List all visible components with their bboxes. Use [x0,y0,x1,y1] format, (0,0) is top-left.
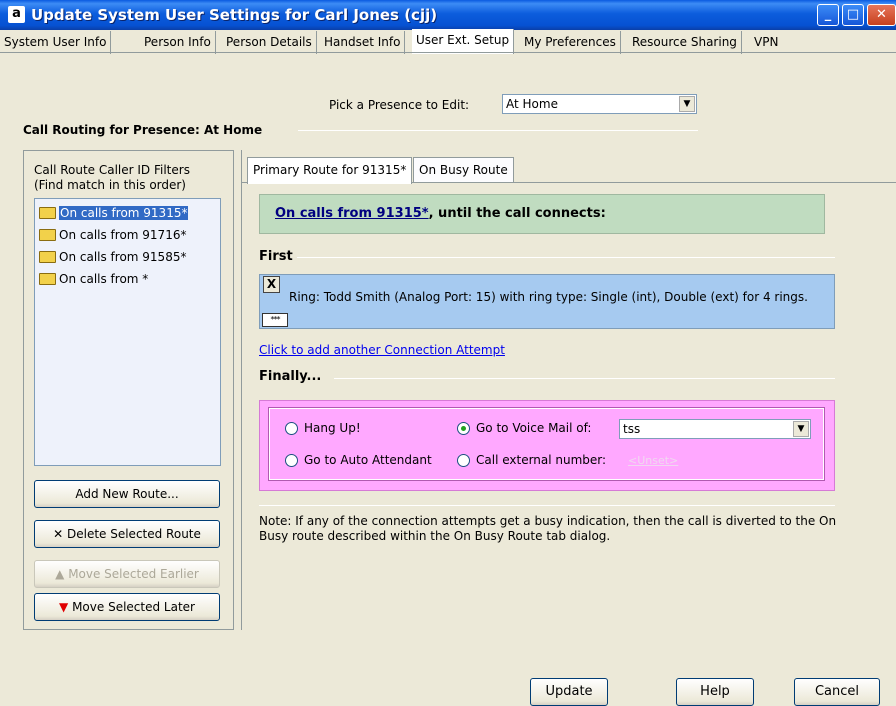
voicemail-label[interactable]: Go to Voice Mail of: [476,421,591,435]
chevron-down-icon[interactable]: ▼ [679,96,695,112]
close-button[interactable]: ✕ [867,4,896,26]
auto-attendant-label[interactable]: Go to Auto Attendant [304,453,432,467]
add-attempt-link[interactable]: Click to add another Connection Attempt [259,343,505,357]
folder-icon [39,251,56,263]
hang-up-radio[interactable] [285,422,298,435]
connection-attempt-text[interactable]: Ring: Todd Smith (Analog Port: 15) with … [289,290,808,304]
list-item-label: On calls from * [59,272,149,286]
title-bar: a Update System User Settings for Carl J… [0,0,896,30]
presence-value: At Home [506,97,558,111]
first-divider [297,257,835,258]
attempt-options-button[interactable]: *** [262,313,288,327]
finally-divider [334,378,835,379]
voicemail-radio[interactable] [457,422,470,435]
note-divider [259,505,835,506]
window-title: Update System User Settings for Carl Jon… [31,6,438,24]
list-item[interactable]: On calls from 91585* [39,248,186,266]
list-item-label: On calls from 91716* [59,228,187,242]
tab-on-busy-route[interactable]: On Busy Route [413,157,514,182]
triangle-down-icon: ▼ [59,600,69,614]
first-label: First [259,249,293,264]
auto-attendant-radio[interactable] [285,454,298,467]
tab-handset-info[interactable]: Handset Info [320,31,406,54]
section-divider [298,130,698,131]
tab-person-info[interactable]: Person Info [140,31,216,54]
voicemail-value: tss [623,422,641,436]
tab-resource-sharing[interactable]: Resource Sharing [628,31,742,54]
folder-open-icon [39,207,56,219]
app-icon: a [8,6,25,23]
add-route-button[interactable]: Add New Route... [34,480,220,508]
presence-select[interactable]: At Home ▼ [502,94,697,114]
list-item-label: On calls from 91315* [59,206,189,220]
route-header-suffix: , until the call connects: [428,206,606,221]
tab-user-ext-setup[interactable]: User Ext. Setup [412,29,515,54]
presence-label: Pick a Presence to Edit: [329,98,470,112]
list-item[interactable]: On calls from * [39,270,148,288]
triangle-up-icon: ▲ [55,567,65,581]
remove-attempt-button[interactable]: X [263,276,280,293]
external-number-radio[interactable] [457,454,470,467]
folder-icon [39,229,56,241]
update-button[interactable]: Update [530,678,608,706]
maximize-button[interactable]: □ [842,4,864,26]
list-item[interactable]: On calls from 91716* [39,226,186,244]
tab-my-preferences[interactable]: My Preferences [520,31,621,54]
tab-vpn[interactable]: VPN [750,31,782,54]
tab-strip-border [0,52,896,53]
filters-label-line2: (Find match in this order) [34,178,186,192]
finally-label: Finally... [259,369,322,384]
move-later-button[interactable]: ▼ Move Selected Later [34,593,220,621]
minimize-button[interactable]: _ [817,4,839,26]
move-earlier-button[interactable]: ▲ Move Selected Earlier [34,560,220,588]
section-title: Call Routing for Presence: At Home [23,123,263,137]
external-number-value[interactable]: <Unset> [628,454,678,467]
folder-icon [39,273,56,285]
delete-route-button[interactable]: ✕ Delete Selected Route [34,520,220,548]
list-item-label: On calls from 91585* [59,250,187,264]
filters-list[interactable]: On calls from 91315* On calls from 91716… [34,198,221,466]
cancel-button[interactable]: Cancel [794,678,880,706]
help-button[interactable]: Help [676,678,754,706]
tab-system-user-info[interactable]: System User Info [0,31,112,54]
route-link[interactable]: On calls from 91315* [275,206,429,221]
busy-note: Note: If any of the connection attempts … [259,514,837,543]
external-number-label[interactable]: Call external number: [476,453,606,467]
close-icon: ✕ [53,527,64,541]
delete-route-label: Delete Selected Route [66,527,201,541]
tab-person-details[interactable]: Person Details [222,31,317,54]
filters-label: Call Route Caller ID Filters (Find match… [34,163,190,193]
move-earlier-label: Move Selected Earlier [68,567,199,581]
tab-primary-route[interactable]: Primary Route for 91315* [247,157,413,184]
chevron-down-icon[interactable]: ▼ [793,421,809,437]
route-header: On calls from 91315*, until the call con… [259,194,825,234]
move-later-label: Move Selected Later [72,600,195,614]
hang-up-label[interactable]: Hang Up! [304,421,361,435]
voicemail-select[interactable]: tss ▼ [619,419,811,439]
list-item[interactable]: On calls from 91315* [39,204,189,222]
filters-label-line1: Call Route Caller ID Filters [34,163,190,177]
